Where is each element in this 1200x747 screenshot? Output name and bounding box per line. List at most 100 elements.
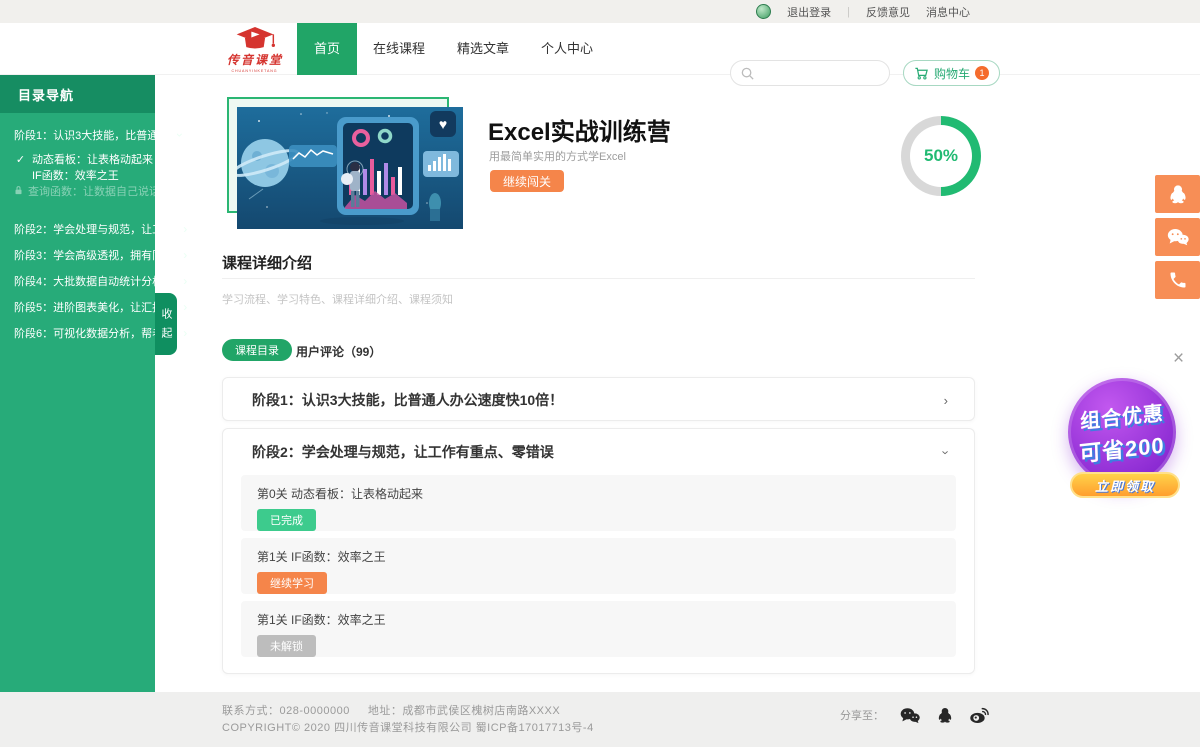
course-title: Excel实战训练营 xyxy=(488,112,671,147)
chevron-right-icon: › xyxy=(183,223,187,235)
nav-item-profile[interactable]: 个人中心 xyxy=(525,23,609,75)
logo-title: 传音课堂 xyxy=(227,51,283,68)
stage-2-accordion-header[interactable]: 阶段2：学会处理与规范，让工作有重点、零错误 › xyxy=(223,429,974,475)
sidebar-lesson-if[interactable]: IF函数：效率之王 xyxy=(0,167,155,183)
search-icon xyxy=(740,66,755,81)
qq-share-icon[interactable] xyxy=(936,706,954,724)
qq-icon xyxy=(1167,183,1189,205)
detail-section-heading: 课程详细介绍 xyxy=(222,252,312,273)
sidebar-collapse-button[interactable]: 收起 xyxy=(155,293,177,355)
sidebar-stage-1[interactable]: 阶段1：认识3大技能，比普通人... › xyxy=(0,125,155,145)
cart-icon xyxy=(914,66,929,81)
lesson-row-in-progress[interactable]: 第1关 IF函数：效率之王 继续学习 xyxy=(241,538,956,594)
lesson-title: 第0关 动态看板：让表格动起来 xyxy=(257,485,940,502)
chevron-right-icon: › xyxy=(944,393,948,408)
sidebar-lesson-dashboard[interactable]: ✓ 动态看板：让表格动起来 xyxy=(0,151,155,167)
chevron-right-icon: › xyxy=(183,301,187,313)
sidebar-stage-2[interactable]: 阶段2：学会处理与规范，让工作... › xyxy=(0,219,155,239)
check-icon: ✓ xyxy=(14,153,27,166)
sidebar-stage-6[interactable]: 阶段6：可视化数据分析，帮老板... › xyxy=(0,323,155,343)
sidebar-lesson-label: IF函数：效率之王 xyxy=(32,167,119,183)
main-navbar: 传音课堂 CHUANYINKETANG 首页 在线课程 精选文章 个人中心 搜索… xyxy=(0,23,1200,75)
sidebar-stage-3[interactable]: 阶段3：学会高级透视，拥有同时... › xyxy=(0,245,155,265)
status-badge-locked: 未解锁 xyxy=(257,635,316,657)
continue-learning-button[interactable]: 继续学习 xyxy=(257,572,327,594)
weibo-share-icon[interactable] xyxy=(969,705,991,725)
footer-address: 地址：成都市武侯区槐树店南路XXXX xyxy=(368,705,560,717)
lesson-title: 第1关 IF函数：效率之王 xyxy=(257,611,940,628)
lock-icon xyxy=(14,185,23,198)
message-center-link[interactable]: 消息中心 xyxy=(926,4,970,20)
sidebar-stage-1-label: 阶段1：认识3大技能，比普通人... xyxy=(14,127,178,143)
user-avatar[interactable] xyxy=(756,4,771,19)
lesson-title: 第1关 IF函数：效率之王 xyxy=(257,548,940,565)
cart-count-badge: 1 xyxy=(975,66,989,80)
footer-info: 联系方式：028-0000000 地址：成都市武侯区槐树店南路XXXX COPYR… xyxy=(222,703,594,737)
sidebar-lesson-label: 动态看板：让表格动起来 xyxy=(32,151,153,167)
qq-contact-button[interactable] xyxy=(1155,175,1200,213)
graduation-cap-icon xyxy=(233,26,277,50)
progress-percentage: 50% xyxy=(901,116,981,196)
sidebar-stage-list: 阶段1：认识3大技能，比普通人... › ✓ 动态看板：让表格动起来 IF函数：… xyxy=(0,113,155,343)
sidebar-lesson-label: 查询函数：让数据自己说话 xyxy=(28,183,160,199)
share-label: 分享至： xyxy=(840,707,884,723)
wechat-share-icon[interactable] xyxy=(899,706,921,725)
heart-icon: ♥ xyxy=(439,116,447,132)
chevron-right-icon: › xyxy=(183,249,187,261)
wechat-icon xyxy=(1166,226,1190,248)
spacer xyxy=(0,199,155,219)
tab-course-catalog[interactable]: 课程目录 xyxy=(222,339,292,361)
logout-link[interactable]: 退出登录 xyxy=(787,4,831,20)
sidebar-stage-label: 阶段2：学会处理与规范，让工作... xyxy=(14,221,183,237)
divider xyxy=(222,278,975,279)
footer-share-bar: 分享至： xyxy=(840,705,991,725)
top-utility-bar: 退出登录 | 反馈意见 消息中心 xyxy=(0,0,1200,23)
stage-1-accordion-header[interactable]: 阶段1：认识3大技能，比普通人办公速度快10倍！ › xyxy=(223,378,974,422)
chevron-down-icon: › xyxy=(938,450,953,454)
sidebar-title: 目录导航 xyxy=(0,75,155,113)
lesson-row-locked[interactable]: 第1关 IF函数：效率之王 未解锁 xyxy=(241,601,956,657)
footer-copyright: COPYRIGHT© 2020 四川传音课堂科技有限公司 蜀ICP备170177… xyxy=(222,720,594,737)
status-badge-completed: 已完成 xyxy=(257,509,316,531)
promo-close-button[interactable]: × xyxy=(1173,349,1184,368)
feedback-link[interactable]: 反馈意见 xyxy=(866,4,910,20)
cart-label: 购物车 xyxy=(934,65,970,82)
sidebar-stage-label: 阶段4：大批数据自动统计分析，... xyxy=(14,273,183,289)
stage-1-accordion-title: 阶段1：认识3大技能，比普通人办公速度快10倍！ xyxy=(252,390,563,410)
footer-contact: 联系方式：028-0000000 xyxy=(222,705,350,717)
continue-course-button[interactable]: 继续闯关 xyxy=(490,170,564,192)
nav-item-courses[interactable]: 在线课程 xyxy=(357,23,441,75)
topbar-divider: | xyxy=(847,6,850,18)
cart-button[interactable]: 购物车 1 xyxy=(903,60,1000,86)
course-progress-ring: 50% xyxy=(901,116,981,196)
logo-caption: CHUANYINKETANG xyxy=(232,68,278,73)
footer: 联系方式：028-0000000 地址：成都市武侯区槐树店南路XXXX COPYR… xyxy=(0,692,1200,747)
page: 退出登录 | 反馈意见 消息中心 传音课堂 CHUANYINKETANG 首页 … xyxy=(0,0,1200,747)
lesson-list: 第0关 动态看板：让表格动起来 已完成 第1关 IF函数：效率之王 继续学习 第… xyxy=(223,475,974,657)
floating-contact-bar xyxy=(1155,175,1200,304)
sidebar-lesson-query-locked[interactable]: 查询函数：让数据自己说话 xyxy=(0,183,155,199)
search-box: 搜索 xyxy=(730,60,890,86)
nav-item-articles[interactable]: 精选文章 xyxy=(441,23,525,75)
tab-user-comments[interactable]: 用户评论（99） xyxy=(296,343,381,360)
phone-icon xyxy=(1168,270,1188,290)
claim-coupon-button[interactable]: 立即领取 xyxy=(1070,472,1180,498)
sidebar-stage-label: 阶段3：学会高级透视，拥有同时... xyxy=(14,247,183,263)
detail-meta-text: 学习流程、学习特色、课程详细介绍、课程须知 xyxy=(222,291,453,307)
phone-contact-button[interactable] xyxy=(1155,261,1200,299)
nav-item-home[interactable]: 首页 xyxy=(297,23,357,75)
lesson-row-completed[interactable]: 第0关 动态看板：让表格动起来 已完成 xyxy=(241,475,956,531)
catalog-sidebar: 目录导航 阶段1：认识3大技能，比普通人... › ✓ 动态看板：让表格动起来 … xyxy=(0,75,155,692)
stage-2-accordion: 阶段2：学会处理与规范，让工作有重点、零错误 › 第0关 动态看板：让表格动起来… xyxy=(222,428,975,674)
chevron-right-icon: › xyxy=(183,275,187,287)
chevron-right-icon: › xyxy=(183,327,187,339)
nav-menu: 首页 在线课程 精选文章 个人中心 xyxy=(297,23,609,75)
chevron-down-icon: › xyxy=(174,133,186,137)
stage-2-accordion-title: 阶段2：学会处理与规范，让工作有重点、零错误 xyxy=(252,442,554,462)
favorite-button[interactable]: ♥ xyxy=(430,111,456,137)
sidebar-stage-4[interactable]: 阶段4：大批数据自动统计分析，... › xyxy=(0,271,155,291)
promo-badge[interactable]: 组合优惠 可省200 xyxy=(1068,378,1176,486)
sidebar-stage-5[interactable]: 阶段5：进阶图表美化，让汇报一... › xyxy=(0,297,155,317)
site-logo[interactable]: 传音课堂 CHUANYINKETANG xyxy=(212,25,298,73)
wechat-contact-button[interactable] xyxy=(1155,218,1200,256)
